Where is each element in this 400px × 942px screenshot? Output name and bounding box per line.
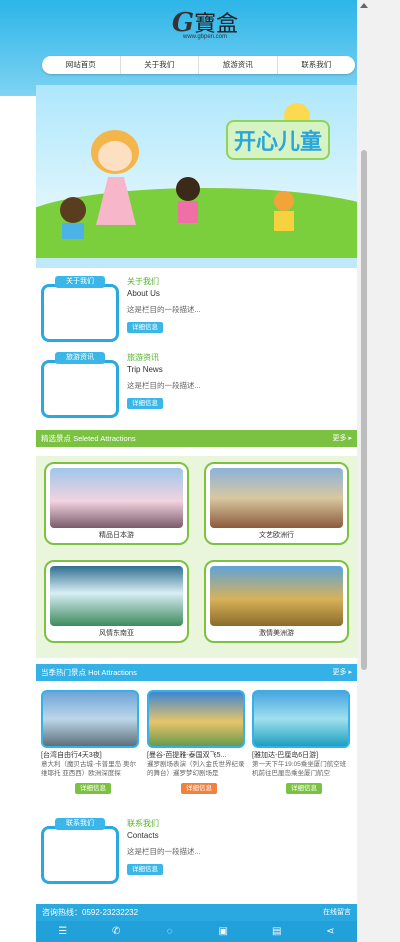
taiwan-photo [41, 690, 139, 748]
attraction-caption: 文艺欧洲行 [259, 532, 294, 539]
hot-card-button[interactable]: 详细信息 [286, 783, 322, 794]
attraction-caption: 激情美洲游 [259, 630, 294, 637]
boy-body [62, 223, 84, 239]
attraction-tile[interactable]: 风情东南亚 [44, 560, 189, 643]
attraction-tile[interactable]: 文艺欧洲行 [204, 462, 349, 545]
share-icon[interactable]: ⋖ [304, 921, 358, 942]
banner-title: 开心儿童 [226, 120, 331, 160]
girl2-head [176, 177, 200, 201]
hotline-bar: 咨询热线：0592-23232232 在线留言 [36, 904, 357, 921]
main-nav: 网站首页 关于我们 旅游资讯 联系我们 [42, 56, 355, 74]
trip-frame [41, 360, 119, 418]
bali-photo [252, 690, 350, 748]
hot-title: 当季热门景点 Hot Attractions [41, 668, 137, 677]
nav-home[interactable]: 网站首页 [42, 56, 121, 74]
contact-desc: 这是栏目的一段描述... [127, 847, 201, 856]
nav-contact[interactable]: 联系我们 [278, 56, 356, 74]
attraction-caption: 风情东南亚 [99, 630, 134, 637]
girl-dress [96, 177, 136, 225]
hot-card-desc: 意大利（魔贝古城·卡普里岛 奥尔维耶托 亚西西）欧洲深度探 [41, 761, 136, 777]
hotline-text[interactable]: 咨询热线：0592-23232232 [42, 908, 138, 917]
hot-card-title: [雅加达-巴厘岛6日游] [252, 752, 319, 759]
page: G寶盒 www.gbpen.com 网站首页 关于我们 旅游资讯 联系我们 开心… [0, 0, 357, 942]
hot-card-button[interactable]: 详细信息 [181, 783, 217, 794]
contact-tag[interactable]: 联系我们 [55, 818, 105, 830]
contact-frame [41, 826, 119, 884]
hot-card[interactable]: [雅加达-巴厘岛6日游] 第一天下午19:05乘坐厦门航空班机前往巴厘岛乘坐厦门… [252, 690, 350, 800]
banner[interactable]: 开心儿童 [36, 85, 357, 268]
hot-card[interactable]: [曼谷-芭提雅-泰国双飞5... 暹罗剧场表演（列入金氏世界纪录的舞台）暹罗梦幻… [147, 690, 245, 800]
chat-icon[interactable]: ◌ [143, 921, 197, 942]
temple-photo [210, 566, 343, 626]
map-icon[interactable]: ▤ [250, 921, 304, 942]
trip-board: 旅游资讯 [41, 352, 119, 418]
scrollbar[interactable] [357, 0, 400, 942]
contact-more-button[interactable]: 详细信息 [127, 864, 163, 875]
trip-more-button[interactable]: 详细信息 [127, 398, 163, 409]
about-title-en: About Us [127, 289, 160, 298]
contact-board: 联系我们 [41, 818, 119, 884]
trip-section: 旅游资讯 旅游资讯 Trip News 这是栏目的一段描述... 详细信息 [36, 352, 357, 422]
scrollbar-thumb[interactable] [361, 150, 367, 670]
header: G寶盒 www.gbpen.com 网站首页 关于我们 旅游资讯 联系我们 [0, 0, 357, 96]
about-frame [41, 284, 119, 342]
scroll-up-icon[interactable] [360, 3, 368, 8]
hot-card-desc: 暹罗剧场表演（列入金氏世界纪录的舞台）暹罗梦幻剧场是 [147, 761, 245, 777]
girl2-body [178, 201, 198, 223]
boy2-body [274, 211, 294, 231]
attractions-grid: 精品日本游 文艺欧洲行 风情东南亚 激情美洲游 [36, 456, 357, 658]
hot-bar: 当季热门景点 Hot Attractions 更多 ▸ [36, 664, 357, 681]
girl-face [98, 141, 132, 171]
attraction-tile[interactable]: 激情美洲游 [204, 560, 349, 643]
europe-photo [210, 468, 343, 528]
waterfall-photo [50, 566, 183, 626]
hot-card-button[interactable]: 详细信息 [75, 783, 111, 794]
about-desc: 这是栏目的一段描述... [127, 305, 201, 314]
hot-list: [台湾自由行4天3夜] 意大利（魔贝古城·卡普里岛 奥尔维耶托 亚西西）欧洲深度… [36, 684, 357, 804]
about-section: 关于我们 关于我们 About Us 这是栏目的一段描述... 详细信息 [36, 276, 357, 346]
trip-tag[interactable]: 旅游资讯 [55, 352, 105, 364]
attraction-tile[interactable]: 精品日本游 [44, 462, 189, 545]
attraction-caption: 精品日本游 [99, 532, 134, 539]
online-message-link[interactable]: 在线留言 [323, 904, 351, 921]
logo[interactable]: G寶盒 www.gbpen.com [165, 6, 245, 48]
attractions-more-link[interactable]: 更多 ▸ [333, 430, 352, 447]
contact-title-cn[interactable]: 联系我们 [127, 818, 159, 829]
phone-icon[interactable]: ✆ [90, 921, 144, 942]
about-title-cn[interactable]: 关于我们 [127, 276, 159, 287]
contact-title-en: Contacts [127, 831, 159, 840]
boy2-head [274, 191, 294, 211]
nav-trip-news[interactable]: 旅游资讯 [199, 56, 278, 74]
japan-photo [50, 468, 183, 528]
contact-section: 联系我们 联系我们 Contacts 这是栏目的一段描述... 详细信息 [36, 818, 357, 888]
hot-card-title: [台湾自由行4天3夜] [41, 752, 102, 759]
bangkok-photo [147, 690, 245, 748]
attractions-bar: 精选景点 Seleted Attractions 更多 ▸ [36, 430, 357, 447]
banner-hill [36, 188, 357, 258]
boy-head [60, 197, 86, 223]
hot-card-title: [曼谷-芭提雅-泰国双飞5... [147, 752, 227, 759]
hot-card[interactable]: [台湾自由行4天3夜] 意大利（魔贝古城·卡普里岛 奥尔维耶托 亚西西）欧洲深度… [41, 690, 139, 800]
about-more-button[interactable]: 详细信息 [127, 322, 163, 333]
about-tag[interactable]: 关于我们 [55, 276, 105, 288]
hot-more-link[interactable]: 更多 ▸ [333, 664, 352, 681]
about-board: 关于我们 [41, 276, 119, 342]
hot-card-desc: 第一天下午19:05乘坐厦门航空班机前往巴厘岛乘坐厦门航空 [252, 761, 347, 777]
trip-title-cn[interactable]: 旅游资讯 [127, 352, 159, 363]
trip-desc: 这是栏目的一段描述... [127, 381, 201, 390]
nav-about[interactable]: 关于我们 [121, 56, 199, 74]
trip-title-en: Trip News [127, 365, 163, 374]
bottom-toolbar: ☰ ✆ ◌ ▣ ▤ ⋖ [36, 921, 357, 942]
attractions-title: 精选景点 Seleted Attractions [41, 434, 136, 443]
message-icon[interactable]: ▣ [197, 921, 251, 942]
menu-icon[interactable]: ☰ [36, 921, 90, 942]
